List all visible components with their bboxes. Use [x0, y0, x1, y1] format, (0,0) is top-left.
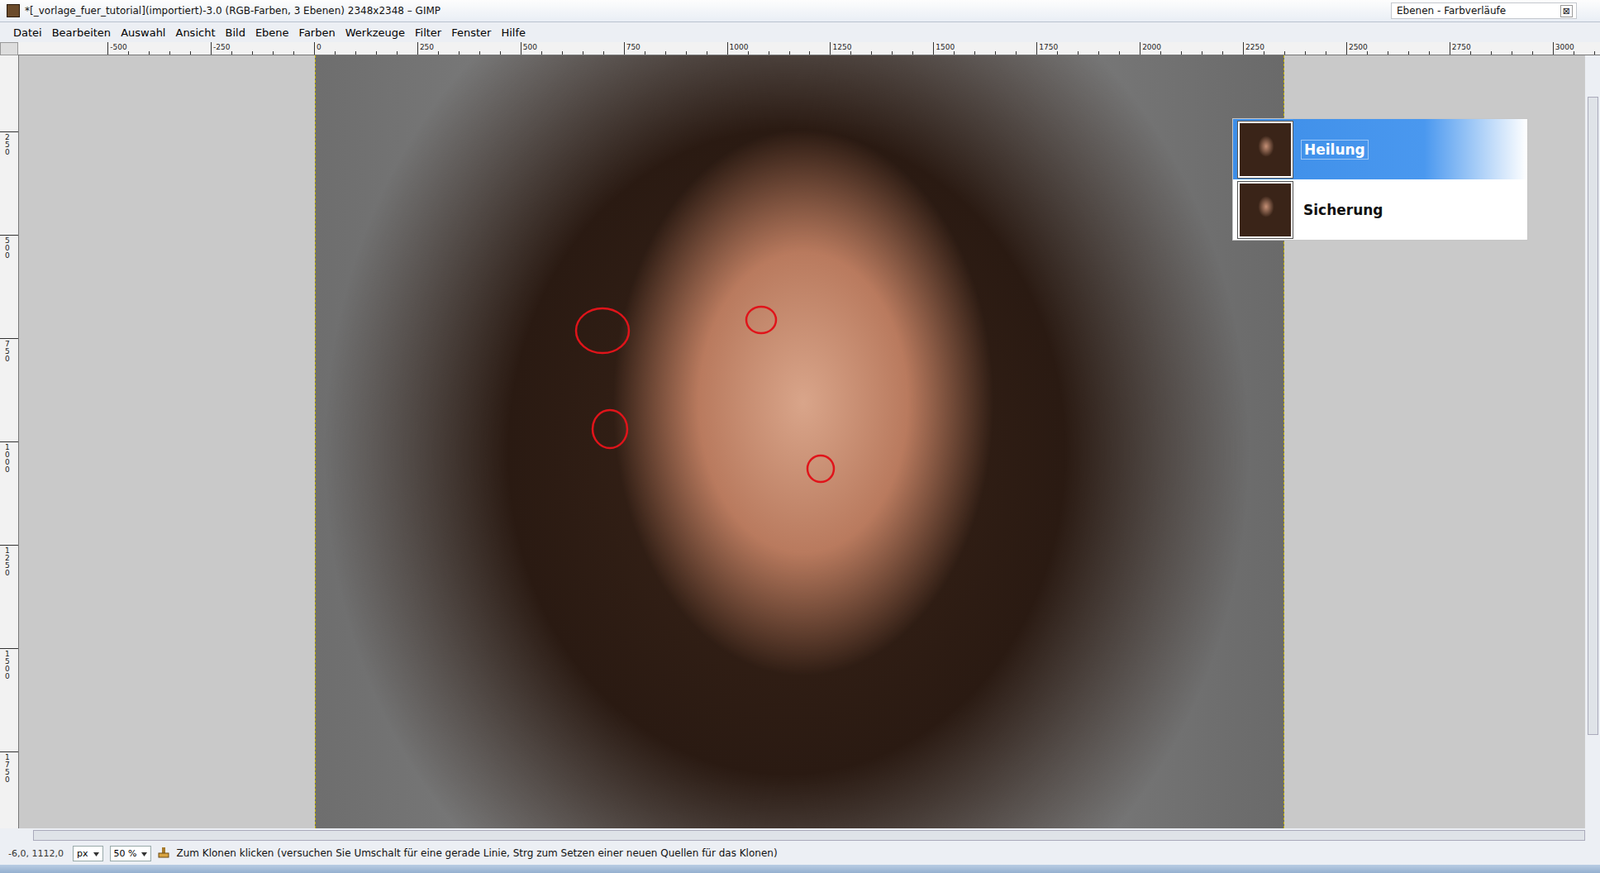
ruler-label: 250	[4, 133, 10, 157]
layers-panel: Heilung Sicherung	[1232, 118, 1529, 241]
ruler-label: 1000	[729, 42, 749, 52]
ruler-label: 1500	[935, 42, 955, 52]
ruler-label: 250	[419, 42, 434, 52]
ruler-tick	[0, 234, 19, 236]
ruler-tick	[210, 42, 212, 56]
ruler-tick	[1346, 42, 1348, 56]
horizontal-ruler: -500 -250 0 250 500 750 1000 1250 1500 1750 2000 22…	[18, 42, 1600, 56]
ruler-tick	[0, 338, 19, 339]
ruler-label: 750	[626, 42, 641, 52]
main-area: 250 500 750 1000 1250 1500 1750 Heilung Sicherun…	[0, 55, 1600, 829]
unit-select[interactable]: px	[72, 845, 104, 862]
menu-item[interactable]: Werkzeuge	[340, 24, 410, 41]
clone-stamp-icon	[157, 845, 170, 862]
ruler-label: -250	[213, 42, 230, 52]
ruler-tick	[1552, 42, 1554, 56]
ruler-tick	[933, 42, 934, 56]
menu-item[interactable]: Ebene	[250, 24, 295, 41]
layer-thumbnail	[1238, 121, 1293, 178]
ruler-tick	[1139, 42, 1141, 56]
photo[interactable]	[314, 55, 1285, 829]
title-bar: *[_vorlage_fuer_tutorial](importiert)-3.…	[0, 0, 1600, 23]
ruler-label: 2250	[1245, 42, 1265, 52]
dock-title: Ebenen - Farbverläufe	[1396, 4, 1506, 17]
ruler-label: 3000	[1555, 42, 1575, 52]
pointer-coords: -6,0, 1112,0	[8, 847, 67, 859]
menu-item[interactable]: Farben	[294, 24, 341, 41]
ruler-label: 2000	[1142, 42, 1162, 52]
menu-item[interactable]: Bild	[220, 24, 251, 41]
ruler-tick	[1449, 42, 1451, 56]
ruler-tick	[417, 42, 419, 56]
menu-item[interactable]: Datei	[8, 24, 48, 41]
ruler-corner[interactable]	[0, 42, 19, 56]
ruler-row: -500 -250 0 250 500 750 1000 1250 1500 1750 2000 22…	[0, 42, 1600, 56]
ruler-tick	[314, 42, 315, 56]
ruler-tick	[0, 131, 19, 133]
layer-name[interactable]: Sicherung	[1300, 200, 1386, 220]
ruler-label: 1750	[1038, 42, 1058, 52]
menu-item[interactable]: Ansicht	[170, 24, 220, 41]
ruler-label: 2750	[1452, 42, 1472, 52]
dock-tab[interactable]: Ebenen - Farbverläufe ⊠	[1390, 2, 1577, 20]
dropdown-arrow-icon	[141, 847, 148, 859]
horizontal-scrollbar[interactable]	[0, 828, 1600, 842]
zoom-field[interactable]: 50 %	[109, 845, 153, 862]
ruler-tick	[0, 441, 19, 443]
menu-item[interactable]: Bearbeiten	[47, 24, 116, 41]
menu-bar: DateiBearbeitenAuswahlAnsichtBildEbeneFa…	[0, 22, 1600, 43]
ruler-tick	[520, 42, 522, 56]
unit-value: px	[76, 847, 89, 859]
menu-item[interactable]: Filter	[409, 24, 447, 41]
ruler-label: 1250	[4, 547, 10, 577]
ruler-tick	[0, 544, 19, 546]
ruler-label: 750	[4, 340, 10, 363]
ruler-label: 0	[316, 42, 322, 52]
zoom-value: 50 %	[114, 847, 138, 859]
vertical-scrollbar[interactable]	[1584, 55, 1600, 829]
vertical-ruler: 250 500 750 1000 1250 1500 1750	[0, 55, 20, 829]
ruler-label: 1000	[4, 443, 10, 474]
layer-row[interactable]: Heilung	[1233, 119, 1528, 180]
ruler-tick	[1242, 42, 1244, 56]
layer-name[interactable]: Heilung	[1300, 139, 1369, 160]
ruler-tick	[107, 42, 109, 56]
status-bar: -6,0, 1112,0 px 50 % Zum Klonen klicken (ve…	[0, 841, 1600, 865]
menu-item[interactable]: Hilfe	[495, 24, 531, 41]
ruler-label: 500	[4, 237, 10, 260]
ruler-label: -500	[109, 42, 127, 52]
gimp-icon	[6, 4, 20, 18]
ruler-label: 1500	[4, 650, 10, 681]
ruler-tick	[0, 751, 19, 753]
menu-item[interactable]: Auswahl	[115, 24, 171, 41]
dropdown-arrow-icon	[93, 847, 100, 859]
ruler-label: 1750	[4, 753, 10, 784]
ruler-label: 1250	[832, 42, 852, 52]
ruler-label: 2500	[1348, 42, 1368, 52]
ruler-tick	[623, 42, 625, 56]
ruler-tick	[0, 647, 19, 649]
ruler-tick	[1036, 42, 1038, 56]
layer-thumbnail	[1238, 181, 1293, 239]
taskbar	[0, 864, 1600, 873]
window-title: *[_vorlage_fuer_tutorial](importiert)-3.…	[24, 4, 441, 17]
status-message: Zum Klonen klicken (versuchen Sie Umscha…	[176, 847, 777, 859]
image-canvas[interactable]: Heilung Sicherung	[19, 55, 1585, 829]
close-icon[interactable]: ⊠	[1560, 4, 1573, 18]
scroll-thumb[interactable]	[33, 829, 1586, 841]
ruler-tick	[829, 42, 831, 56]
layer-row[interactable]: Sicherung	[1233, 179, 1528, 240]
scroll-thumb[interactable]	[1587, 96, 1599, 735]
menu-item[interactable]: Fenster	[446, 24, 496, 41]
ruler-tick	[727, 42, 729, 56]
ruler-label: 500	[523, 42, 538, 52]
